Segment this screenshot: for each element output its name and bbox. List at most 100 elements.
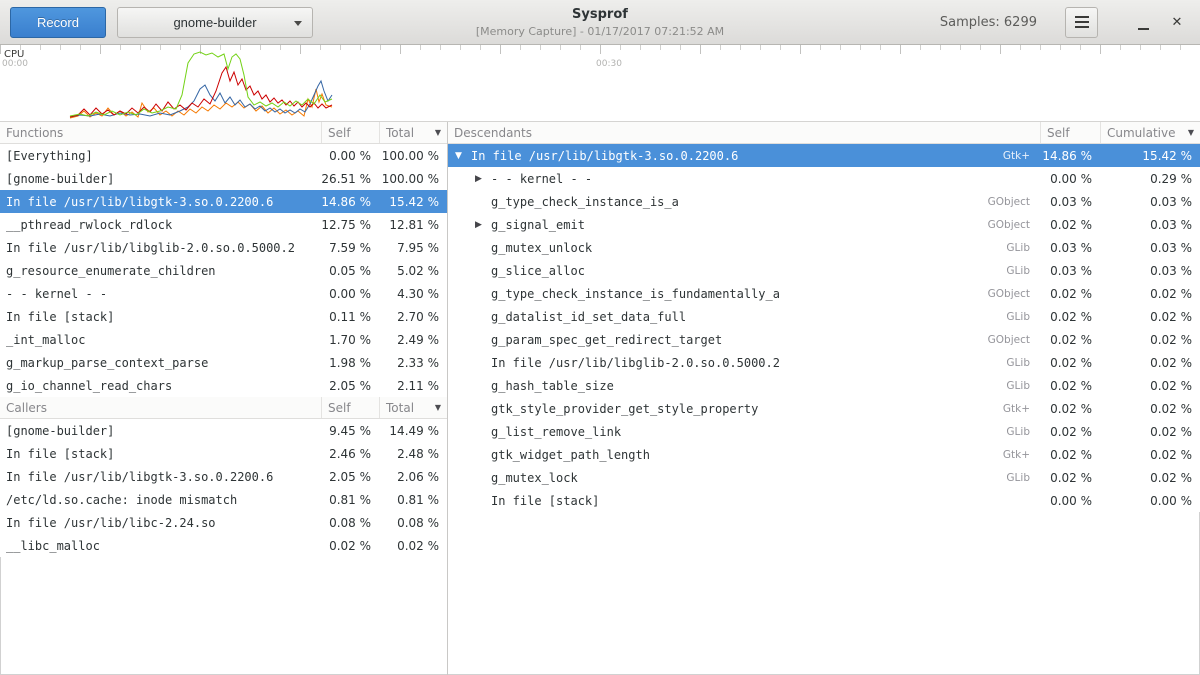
column-header-callers[interactable]: Callers bbox=[0, 397, 321, 418]
column-header-total[interactable]: Total ▼ bbox=[379, 122, 447, 143]
record-button[interactable]: Record bbox=[10, 7, 106, 38]
table-row[interactable]: g_markup_parse_context_parse1.98 %2.33 % bbox=[0, 351, 447, 374]
descendant-name-cell: g_signal_emitGObject bbox=[491, 218, 1040, 232]
total-percent: 4.30 % bbox=[379, 287, 447, 301]
sort-indicator-icon: ▼ bbox=[435, 128, 441, 137]
column-header-cumulative[interactable]: Cumulative ▼ bbox=[1100, 122, 1200, 143]
tree-row[interactable]: In file /usr/lib/libglib-2.0.so.0.5000.2… bbox=[448, 351, 1200, 374]
function-name: - - kernel - - bbox=[0, 287, 321, 301]
table-row[interactable]: - - kernel - -0.00 %4.30 % bbox=[0, 282, 447, 305]
time-label-start: 00:00 bbox=[2, 59, 28, 69]
column-header-descendants[interactable]: Descendants bbox=[448, 122, 1040, 143]
self-percent: 0.03 % bbox=[1040, 195, 1100, 209]
descendant-name-cell: g_param_spec_get_redirect_targetGObject bbox=[491, 333, 1040, 347]
descendants-table-body: ▼In file /usr/lib/libgtk-3.so.0.2200.6Gt… bbox=[448, 144, 1200, 512]
library-badge: GLib bbox=[1006, 311, 1040, 323]
total-percent: 15.42 % bbox=[379, 195, 447, 209]
expander-expanded-icon[interactable]: ▼ bbox=[454, 151, 471, 161]
cumulative-percent: 0.03 % bbox=[1100, 218, 1200, 232]
column-header-self[interactable]: Self bbox=[321, 122, 379, 143]
descendant-name-cell: gtk_widget_path_lengthGtk+ bbox=[491, 448, 1040, 462]
function-name: [gnome-builder] bbox=[0, 424, 321, 438]
table-row[interactable]: /etc/ld.so.cache: inode mismatch0.81 %0.… bbox=[0, 488, 447, 511]
samples-count: Samples: 6299 bbox=[940, 15, 1037, 30]
sort-indicator-icon: ▼ bbox=[1188, 128, 1194, 137]
table-row[interactable]: [gnome-builder]26.51 %100.00 % bbox=[0, 167, 447, 190]
tree-row[interactable]: In file [stack]0.00 %0.00 % bbox=[448, 489, 1200, 512]
table-row[interactable]: g_resource_enumerate_children0.05 %5.02 … bbox=[0, 259, 447, 282]
library-badge: Gtk+ bbox=[1003, 403, 1040, 415]
page-title: Sysprof bbox=[476, 7, 724, 22]
self-percent: 0.00 % bbox=[1040, 494, 1100, 508]
descendant-name-cell: In file /usr/lib/libglib-2.0.so.0.5000.2… bbox=[491, 356, 1040, 370]
descendant-name-cell: g_mutex_unlockGLib bbox=[491, 241, 1040, 255]
process-selector-label: gnome-builder bbox=[173, 15, 256, 30]
column-header-self[interactable]: Self bbox=[321, 397, 379, 418]
function-name: g_slice_alloc bbox=[491, 264, 585, 278]
library-badge: Gtk+ bbox=[1003, 449, 1040, 461]
self-percent: 0.02 % bbox=[1040, 402, 1100, 416]
tree-row[interactable]: g_datalist_id_set_data_fullGLib0.02 %0.0… bbox=[448, 305, 1200, 328]
table-row[interactable]: In file [stack]2.46 %2.48 % bbox=[0, 442, 447, 465]
expander-collapsed-icon[interactable]: ▶ bbox=[474, 220, 491, 230]
function-name: g_type_check_instance_is_fundamentally_a bbox=[491, 287, 780, 301]
hamburger-menu-icon bbox=[1075, 21, 1089, 23]
self-percent: 0.02 % bbox=[1040, 448, 1100, 462]
table-row[interactable]: g_io_channel_read_chars2.05 %2.11 % bbox=[0, 374, 447, 397]
table-row[interactable]: __pthread_rwlock_rdlock12.75 %12.81 % bbox=[0, 213, 447, 236]
column-header-self[interactable]: Self bbox=[1040, 122, 1100, 143]
table-row[interactable]: [Everything]0.00 %100.00 % bbox=[0, 144, 447, 167]
tree-row[interactable]: ▶- - kernel - -0.00 %0.29 % bbox=[448, 167, 1200, 190]
tree-row[interactable]: g_slice_allocGLib0.03 %0.03 % bbox=[448, 259, 1200, 282]
cumulative-percent: 0.02 % bbox=[1100, 402, 1200, 416]
self-percent: 0.02 % bbox=[1040, 310, 1100, 324]
tree-row[interactable]: g_param_spec_get_redirect_targetGObject 0… bbox=[448, 328, 1200, 351]
tree-row[interactable]: g_mutex_unlockGLib0.03 %0.03 % bbox=[448, 236, 1200, 259]
process-selector-dropdown[interactable]: gnome-builder bbox=[117, 7, 313, 38]
library-badge: GLib bbox=[1006, 242, 1040, 254]
tree-row[interactable]: g_list_remove_linkGLib0.02 %0.02 % bbox=[448, 420, 1200, 443]
tree-row[interactable]: g_type_check_instance_is_fundamentally_a… bbox=[448, 282, 1200, 305]
cumulative-percent: 0.02 % bbox=[1100, 425, 1200, 439]
table-row[interactable]: In file /usr/lib/libgtk-3.so.0.2200.614.… bbox=[0, 190, 447, 213]
descendant-name-cell: g_list_remove_linkGLib bbox=[491, 425, 1040, 439]
function-name: In file [stack] bbox=[491, 494, 599, 508]
header-bar: Record gnome-builder Sysprof [Memory Cap… bbox=[0, 0, 1200, 45]
function-name: In file /usr/lib/libc-2.24.so bbox=[0, 516, 321, 530]
cumulative-percent: 0.03 % bbox=[1100, 264, 1200, 278]
cpu-timeline-graph[interactable]: CPU 00:00 00:30 bbox=[0, 45, 1200, 122]
tree-row[interactable]: gtk_widget_path_lengthGtk+0.02 %0.02 % bbox=[448, 443, 1200, 466]
table-row[interactable]: __libc_malloc0.02 %0.02 % bbox=[0, 534, 447, 557]
tree-row[interactable]: ▼In file /usr/lib/libgtk-3.so.0.2200.6Gt… bbox=[448, 144, 1200, 167]
total-percent: 0.08 % bbox=[379, 516, 447, 530]
table-row[interactable]: In file /usr/lib/libc-2.24.so0.08 %0.08 … bbox=[0, 511, 447, 534]
tree-row[interactable]: g_mutex_lockGLib0.02 %0.02 % bbox=[448, 466, 1200, 489]
tree-row[interactable]: g_type_check_instance_is_aGObject0.03 %0… bbox=[448, 190, 1200, 213]
column-header-functions[interactable]: Functions bbox=[0, 122, 321, 143]
tree-row[interactable]: gtk_style_provider_get_style_propertyGtk… bbox=[448, 397, 1200, 420]
descendants-table-header: Descendants Self Cumulative ▼ bbox=[448, 122, 1200, 144]
cumulative-percent: 0.02 % bbox=[1100, 333, 1200, 347]
table-row[interactable]: _int_malloc1.70 %2.49 % bbox=[0, 328, 447, 351]
expander-collapsed-icon[interactable]: ▶ bbox=[474, 174, 491, 184]
close-button[interactable]: ✕ bbox=[1164, 7, 1190, 37]
function-name: g_type_check_instance_is_a bbox=[491, 195, 679, 209]
total-percent: 100.00 % bbox=[379, 149, 447, 163]
tree-row[interactable]: ▶g_signal_emitGObject0.02 %0.03 % bbox=[448, 213, 1200, 236]
self-percent: 0.00 % bbox=[321, 287, 379, 301]
table-row[interactable]: In file /usr/lib/libglib-2.0.so.0.5000.2… bbox=[0, 236, 447, 259]
minimize-button[interactable] bbox=[1130, 7, 1156, 37]
self-percent: 7.59 % bbox=[321, 241, 379, 255]
tree-row[interactable]: g_hash_table_sizeGLib0.02 %0.02 % bbox=[448, 374, 1200, 397]
function-name: g_hash_table_size bbox=[491, 379, 614, 393]
table-row[interactable]: In file /usr/lib/libgtk-3.so.0.2200.62.0… bbox=[0, 465, 447, 488]
total-percent: 7.95 % bbox=[379, 241, 447, 255]
function-name: g_mutex_lock bbox=[491, 471, 578, 485]
function-name: In file /usr/lib/libglib-2.0.so.0.5000.2 bbox=[0, 241, 321, 255]
column-header-total[interactable]: Total ▼ bbox=[379, 397, 447, 418]
table-row[interactable]: [gnome-builder]9.45 %14.49 % bbox=[0, 419, 447, 442]
close-icon: ✕ bbox=[1172, 14, 1183, 30]
cumulative-percent: 0.03 % bbox=[1100, 195, 1200, 209]
menu-button[interactable] bbox=[1065, 7, 1098, 38]
table-row[interactable]: In file [stack]0.11 %2.70 % bbox=[0, 305, 447, 328]
